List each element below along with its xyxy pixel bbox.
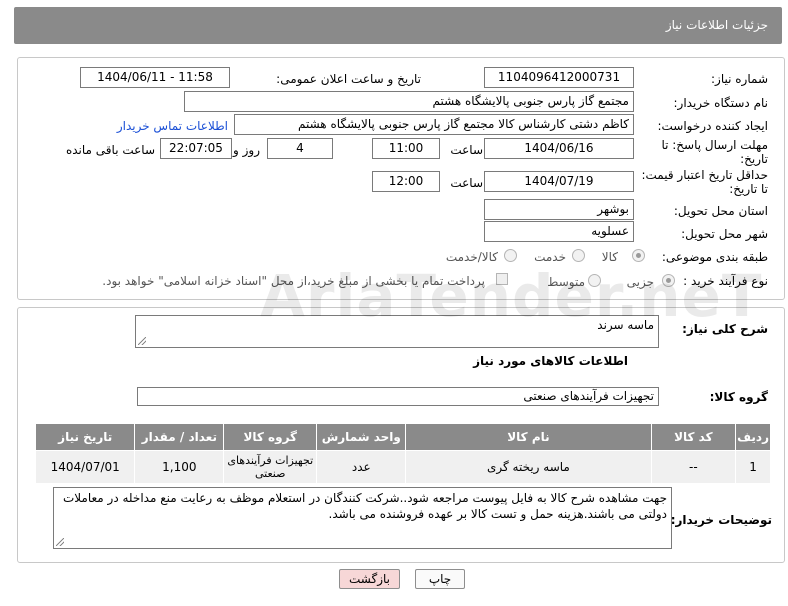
resize-grip-icon[interactable] [56, 538, 64, 546]
table-row: 1 -- ماسه ریخته گری عدد تجهیزات فرآیندها… [34, 450, 771, 484]
back-button[interactable]: بازگشت [339, 569, 400, 589]
price-validity-time-label: ساعت [450, 176, 483, 190]
requester-label: ایجاد کننده درخواست: [657, 119, 768, 133]
delivery-province-field: بوشهر [484, 199, 634, 220]
col-unit: واحد شمارش [316, 423, 407, 451]
buyer-contact-link[interactable]: اطلاعات تماس خریدار [117, 119, 228, 133]
reply-deadline-label-line2: تاریخ: [740, 152, 768, 166]
buyer-org-field: مجتمع گاز پارس جنوبی پالایشگاه هشتم [184, 91, 634, 112]
goods-group-label: گروه کالا: [709, 390, 768, 404]
radio-goods-service[interactable] [504, 249, 517, 262]
radio-goods[interactable] [632, 249, 645, 262]
col-need-date: تاریخ نیاز [34, 423, 136, 451]
announce-datetime-label: تاریخ و ساعت اعلان عمومی: [276, 72, 421, 86]
resize-grip-icon[interactable] [138, 337, 146, 345]
remaining-days: 4 [267, 138, 333, 159]
days-label: روز و [233, 143, 260, 157]
buyer-notes-text: جهت مشاهده شرح کالا به فایل پیوست مراجعه… [62, 491, 667, 521]
cell-group: تجهیزات فرآیندهای صنعتی [223, 450, 318, 484]
goods-table-header: ردیف کد کالا نام کالا واحد شمارش گروه کا… [34, 423, 771, 451]
col-name: نام کالا [405, 423, 652, 451]
cell-name: ماسه ریخته گری [405, 450, 652, 484]
goods-group-field: تجهیزات فرآیندهای صنعتی [137, 387, 659, 406]
cell-need-date: 1404/07/01 [34, 450, 136, 484]
page-header: جزئیات اطلاعات نیاز [14, 7, 782, 44]
price-validity-label-line2: تا تاریخ: [729, 182, 768, 196]
price-validity-label-line1: حداقل تاریخ اعتبار قیمت: [641, 168, 768, 182]
col-row: ردیف [735, 423, 771, 451]
reply-deadline-time-label: ساعت [450, 143, 483, 157]
reply-deadline-label-line1: مهلت ارسال پاسخ: تا [661, 138, 768, 152]
cell-quantity: 1,100 [134, 450, 225, 484]
col-group: گروه کالا [223, 423, 318, 451]
remaining-time-label: ساعت باقی مانده [65, 143, 155, 157]
col-quantity: تعداد / مقدار [134, 423, 225, 451]
cell-unit: عدد [316, 450, 407, 484]
goods-info-title: اطلاعات کالاهای مورد نیاز [473, 354, 628, 368]
page-title: جزئیات اطلاعات نیاز [665, 18, 768, 32]
print-button[interactable]: چاپ [415, 569, 465, 589]
goods-table: ردیف کد کالا نام کالا واحد شمارش گروه کا… [34, 423, 771, 484]
watermark-logo: AriaTender.neT [260, 262, 763, 330]
reply-deadline-time: 11:00 [372, 138, 440, 159]
buyer-org-label: نام دستگاه خریدار: [673, 96, 769, 110]
price-validity-label: حداقل تاریخ اعتبار قیمت: تا تاریخ: [641, 168, 768, 196]
reply-deadline-label: مهلت ارسال پاسخ: تا تاریخ: [661, 138, 768, 166]
buyer-notes-label: توضیحات خریدار: [670, 513, 772, 527]
need-number-label: شماره نیاز: [711, 72, 768, 86]
buyer-notes-field: جهت مشاهده شرح کالا به فایل پیوست مراجعه… [53, 487, 672, 549]
cell-row: 1 [735, 450, 771, 484]
col-code: کد کالا [650, 423, 737, 451]
delivery-city-field: عسلویه [484, 221, 634, 242]
radio-service[interactable] [572, 249, 585, 262]
price-validity-time: 12:00 [372, 171, 440, 192]
remaining-time: 22:07:05 [160, 138, 232, 159]
reply-deadline-date: 1404/06/16 [484, 138, 634, 159]
delivery-city-label: شهر محل تحویل: [681, 227, 768, 241]
announce-datetime-field: 1404/06/11 - 11:58 [80, 67, 230, 88]
requester-field: کاظم دشتی کارشناس کالا مجتمع گاز پارس جن… [234, 114, 634, 135]
cell-code: -- [650, 450, 737, 484]
delivery-province-label: استان محل تحویل: [673, 204, 768, 218]
need-number-field: 1104096412000731 [484, 67, 634, 88]
price-validity-date: 1404/07/19 [484, 171, 634, 192]
